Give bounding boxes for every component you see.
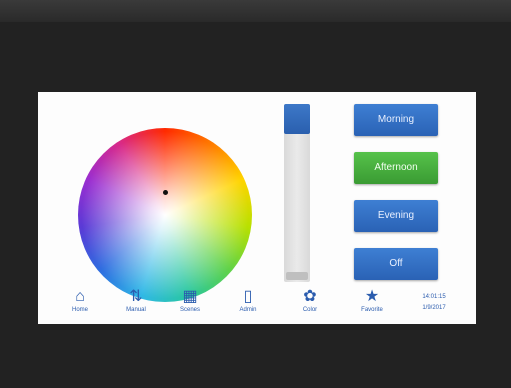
scene-button-off[interactable]: Off <box>354 248 438 280</box>
color-wheel[interactable] <box>78 128 252 302</box>
scene-button-evening[interactable]: Evening <box>354 200 438 232</box>
clock: 14:01:15 1/9/2017 <box>412 292 456 314</box>
nav-label: Favorite <box>361 307 383 313</box>
clock-date: 1/9/2017 <box>422 305 446 311</box>
manual-sliders-icon: ⇅ <box>129 288 143 305</box>
nav-label: Scenes <box>179 307 200 313</box>
nav-scenes[interactable]: ▦ Scenes <box>170 288 210 318</box>
device-bezel: Morning Afternoon Evening Off ⌂ Home ⇅ M… <box>0 22 511 388</box>
palette-icon: ✿ <box>303 288 317 305</box>
nav-manual[interactable]: ⇅ Manual <box>116 288 156 318</box>
star-icon: ★ <box>364 288 380 305</box>
nav-color[interactable]: ✿ Color <box>290 288 330 318</box>
nav-admin[interactable]: ▯ Admin <box>228 288 268 318</box>
home-icon: ⌂ <box>75 288 85 305</box>
clock-time: 14:01:15 <box>422 294 446 300</box>
nav-label: Admin <box>239 307 257 313</box>
grid-icon: ▦ <box>182 288 198 305</box>
touch-screen: Morning Afternoon Evening Off ⌂ Home ⇅ M… <box>38 92 476 324</box>
nav-label: Color <box>302 307 318 313</box>
nav-label: Home <box>71 307 88 313</box>
device-bezel-top <box>0 0 511 22</box>
scene-button-morning[interactable]: Morning <box>354 104 438 136</box>
nav-favorite[interactable]: ★ Favorite <box>352 288 392 318</box>
brightness-slider-thumb[interactable] <box>286 272 308 280</box>
nav-label: Manual <box>126 307 146 313</box>
admin-device-icon: ▯ <box>243 288 253 305</box>
scene-button-afternoon[interactable]: Afternoon <box>354 152 438 184</box>
brightness-slider-fill <box>284 104 310 134</box>
brightness-slider[interactable] <box>284 104 310 282</box>
color-picker-marker[interactable] <box>163 190 168 195</box>
nav-home[interactable]: ⌂ Home <box>60 288 100 318</box>
